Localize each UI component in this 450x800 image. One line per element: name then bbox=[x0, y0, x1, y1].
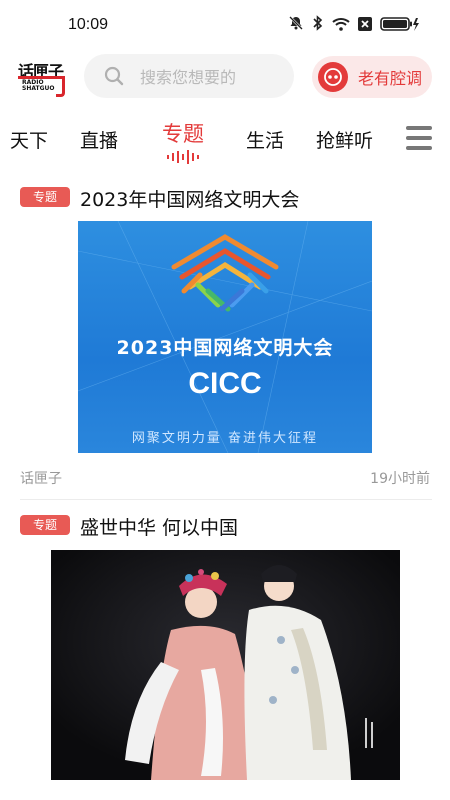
tab-zhibo[interactable]: 直播 bbox=[80, 126, 118, 153]
card-divider bbox=[20, 499, 432, 500]
card-source: 话匣子 bbox=[20, 471, 62, 487]
header: 话匣子 RADIO SHATGUO 搜索您想要的 老有腔调 bbox=[0, 52, 450, 102]
tag-button-label: 老有腔调 bbox=[358, 69, 423, 88]
cicc-banner-image[interactable]: 2023中国网络文明大会 CICC 网聚文明力量 奋进伟大征程 bbox=[78, 221, 372, 453]
tab-zhuanti[interactable]: 专题 bbox=[162, 118, 204, 148]
logo-subtitle: RADIO SHATGUO bbox=[22, 79, 55, 92]
search-bar[interactable]: 搜索您想要的 bbox=[84, 54, 294, 98]
mute-bell-icon bbox=[288, 15, 304, 35]
opera-performers-graphic bbox=[51, 550, 400, 780]
search-icon bbox=[104, 66, 124, 86]
logo-hook bbox=[56, 76, 65, 97]
tab-shenghuo[interactable]: 生活 bbox=[246, 126, 284, 153]
channel-tabs: 天下 直播 专题 生活 抢鲜听 bbox=[0, 112, 450, 170]
banner-slogan: 网聚文明力量 奋进伟大征程 bbox=[131, 431, 319, 446]
status-icons bbox=[288, 15, 420, 35]
topic-badge: 专题 bbox=[20, 187, 70, 207]
banner-headline: 2023中国网络文明大会 bbox=[116, 337, 334, 359]
radio-cassette-icon bbox=[318, 62, 348, 92]
topic-badge: 专题 bbox=[20, 515, 70, 535]
card-title[interactable]: 2023年中国网络文明大会 bbox=[80, 185, 299, 212]
tab-tianxia[interactable]: 天下 bbox=[10, 126, 48, 153]
search-placeholder: 搜索您想要的 bbox=[140, 68, 237, 87]
status-bar: 10:09 bbox=[0, 0, 450, 50]
banner-acronym: CICC bbox=[188, 367, 262, 400]
bluetooth-icon bbox=[312, 15, 324, 35]
card-time: 19小时前 bbox=[370, 471, 430, 487]
battery-charging-icon bbox=[380, 16, 420, 35]
status-time: 10:09 bbox=[68, 16, 109, 33]
opera-performance-image[interactable] bbox=[51, 550, 400, 780]
menu-icon[interactable] bbox=[406, 126, 432, 152]
card-title[interactable]: 盛世中华 何以中国 bbox=[80, 513, 238, 540]
wifi-icon bbox=[332, 16, 350, 35]
active-tab-wave-icon bbox=[167, 150, 199, 164]
app-logo[interactable]: 话匣子 RADIO SHATGUO bbox=[18, 58, 66, 97]
lao-you-qiang-diao-button[interactable]: 老有腔调 bbox=[312, 56, 432, 98]
sim-icon bbox=[358, 16, 372, 35]
tab-qiangxianting[interactable]: 抢鲜听 bbox=[316, 126, 373, 153]
